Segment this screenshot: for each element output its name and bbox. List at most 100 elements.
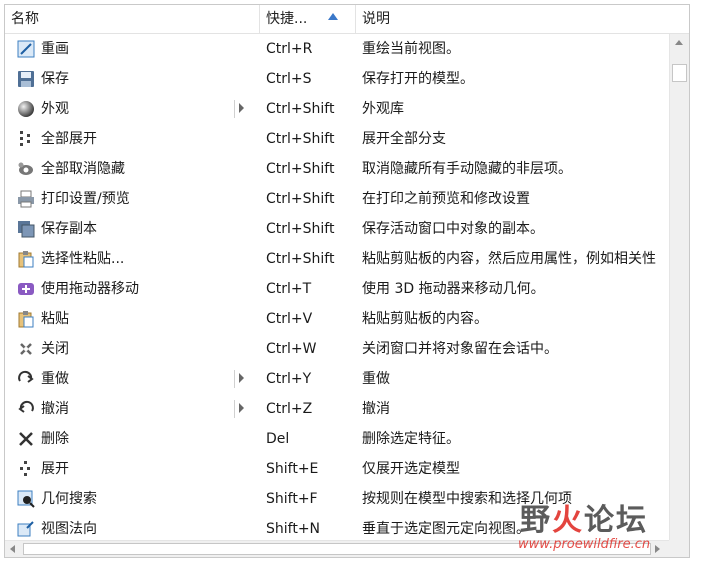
table-header: 名称 快捷... 说明: [5, 5, 689, 34]
submenu-arrow-icon[interactable]: [239, 373, 244, 383]
appearance-sphere-icon: [17, 100, 35, 118]
command-description: 保存打开的模型。: [362, 71, 474, 87]
command-name: 选择性粘贴...: [41, 251, 125, 267]
table-row[interactable]: 外观 Ctrl+Shift 外观库: [5, 94, 669, 124]
command-name: 关闭: [41, 341, 69, 357]
scroll-up-button[interactable]: [670, 34, 689, 51]
column-header-shortcut[interactable]: 快捷...: [260, 5, 356, 33]
submenu-arrow-icon[interactable]: [239, 403, 244, 413]
command-description: 仅展开选定模型: [362, 461, 460, 477]
command-name: 使用拖动器移动: [41, 281, 139, 297]
command-description: 撤消: [362, 401, 390, 417]
undo-icon: [17, 400, 35, 418]
unhide-all-icon: [17, 160, 35, 178]
arrow-up-icon: [675, 40, 683, 45]
table-row[interactable]: 全部取消隐藏 Ctrl+Shift 取消隐藏所有手动隐藏的非层项。: [5, 154, 669, 184]
command-name: 几何搜索: [41, 491, 97, 507]
paste-icon: [17, 310, 35, 328]
command-name: 重画: [41, 41, 69, 57]
submenu-separator: [234, 100, 235, 118]
table-row[interactable]: 全部展开 Ctrl+Shift 展开全部分支: [5, 124, 669, 154]
command-shortcut: Ctrl+S: [266, 71, 312, 87]
view-normal-icon: [17, 520, 35, 538]
command-shortcut: Ctrl+Z: [266, 401, 313, 417]
command-shortcut: Shift+F: [266, 491, 318, 507]
table-row[interactable]: 使用拖动器移动 Ctrl+T 使用 3D 拖动器来移动几何。: [5, 274, 669, 304]
command-shortcut: Ctrl+V: [266, 311, 313, 327]
command-name: 重做: [41, 371, 69, 387]
command-name: 全部展开: [41, 131, 97, 147]
table-row[interactable]: 重画 Ctrl+R 重绘当前视图。: [5, 34, 669, 64]
command-shortcut: Ctrl+Shift: [266, 221, 335, 237]
dragger-move-icon: [17, 280, 35, 298]
command-name: 全部取消隐藏: [41, 161, 125, 177]
submenu-arrow-icon[interactable]: [239, 103, 244, 113]
command-shortcut: Ctrl+R: [266, 41, 313, 57]
command-shortcut: Ctrl+Y: [266, 371, 312, 387]
command-name: 视图法向: [41, 521, 97, 537]
command-description: 使用 3D 拖动器来移动几何。: [362, 281, 545, 297]
command-name: 撤消: [41, 401, 69, 417]
table-row[interactable]: 选择性粘贴... Ctrl+Shift 粘贴剪贴板的内容，然后应用属性，例如相关性: [5, 244, 669, 274]
command-shortcut: Ctrl+Shift: [266, 251, 335, 267]
command-description: 垂直于选定图元定向视图。: [362, 521, 530, 537]
horizontal-scrollbar[interactable]: [5, 540, 669, 557]
table-row[interactable]: 展开 Shift+E 仅展开选定模型: [5, 454, 669, 484]
print-preview-icon: [17, 190, 35, 208]
paste-special-icon: [17, 250, 35, 268]
table-row[interactable]: 重做 Ctrl+Y 重做: [5, 364, 669, 394]
horizontal-scroll-thumb[interactable]: [23, 543, 651, 555]
submenu-separator: [234, 370, 235, 388]
command-description: 取消隐藏所有手动隐藏的非层项。: [362, 161, 572, 177]
geometry-search-icon: [17, 490, 35, 508]
command-description: 粘贴剪贴板的内容。: [362, 311, 488, 327]
submenu-separator: [234, 400, 235, 418]
scroll-corner: [669, 540, 689, 557]
table-row[interactable]: 保存副本 Ctrl+Shift 保存活动窗口中对象的副本。: [5, 214, 669, 244]
command-shortcut: Shift+E: [266, 461, 319, 477]
command-description: 关闭窗口并将对象留在会话中。: [362, 341, 558, 357]
command-shortcut: Ctrl+Shift: [266, 131, 335, 147]
sort-ascending-icon: [328, 13, 338, 20]
command-table: 名称 快捷... 说明 重画 Ctrl+R 重绘当前视图。保存 Ctrl+S 保存打开的…: [4, 4, 690, 558]
command-name: 打印设置/预览: [41, 191, 130, 207]
redo-icon: [17, 370, 35, 388]
command-description: 在打印之前预览和修改设置: [362, 191, 530, 207]
expand-all-icon: [17, 130, 35, 148]
scroll-left-icon[interactable]: [10, 545, 15, 553]
command-name: 粘贴: [41, 311, 69, 327]
vertical-scroll-thumb[interactable]: [672, 64, 687, 82]
command-name: 删除: [41, 431, 69, 447]
command-shortcut: Ctrl+Shift: [266, 161, 335, 177]
scroll-right-icon[interactable]: [655, 545, 660, 553]
command-description: 按规则在模型中搜索和选择几何项: [362, 491, 572, 507]
command-name: 外观: [41, 101, 69, 117]
table-row[interactable]: 粘贴 Ctrl+V 粘贴剪贴板的内容。: [5, 304, 669, 334]
table-row[interactable]: 打印设置/预览 Ctrl+Shift 在打印之前预览和修改设置: [5, 184, 669, 214]
column-header-name[interactable]: 名称: [5, 5, 260, 33]
table-row[interactable]: 删除 Del 删除选定特征。: [5, 424, 669, 454]
column-header-description[interactable]: 说明: [356, 5, 689, 33]
delete-icon: [17, 430, 35, 448]
command-shortcut: Ctrl+Shift: [266, 101, 335, 117]
table-row[interactable]: 保存 Ctrl+S 保存打开的模型。: [5, 64, 669, 94]
close-window-icon: [17, 340, 35, 358]
command-shortcut: Del: [266, 431, 290, 447]
command-shortcut: Shift+N: [266, 521, 321, 537]
save-copy-icon: [17, 220, 35, 238]
repaint-icon: [17, 40, 35, 58]
command-description: 重绘当前视图。: [362, 41, 460, 57]
command-description: 粘贴剪贴板的内容，然后应用属性，例如相关性: [362, 251, 656, 267]
table-row[interactable]: 视图法向 Shift+N 垂直于选定图元定向视图。: [5, 514, 669, 540]
table-body: 重画 Ctrl+R 重绘当前视图。保存 Ctrl+S 保存打开的模型。外观 Ctrl+Sh…: [5, 34, 669, 540]
command-shortcut: Ctrl+T: [266, 281, 312, 297]
command-description: 重做: [362, 371, 390, 387]
command-name: 保存: [41, 71, 69, 87]
table-row[interactable]: 几何搜索 Shift+F 按规则在模型中搜索和选择几何项: [5, 484, 669, 514]
save-icon: [17, 70, 35, 88]
command-description: 保存活动窗口中对象的副本。: [362, 221, 544, 237]
vertical-scrollbar[interactable]: [669, 34, 689, 540]
table-row[interactable]: 关闭 Ctrl+W 关闭窗口并将对象留在会话中。: [5, 334, 669, 364]
table-row[interactable]: 撤消 Ctrl+Z 撤消: [5, 394, 669, 424]
command-shortcut: Ctrl+Shift: [266, 191, 335, 207]
